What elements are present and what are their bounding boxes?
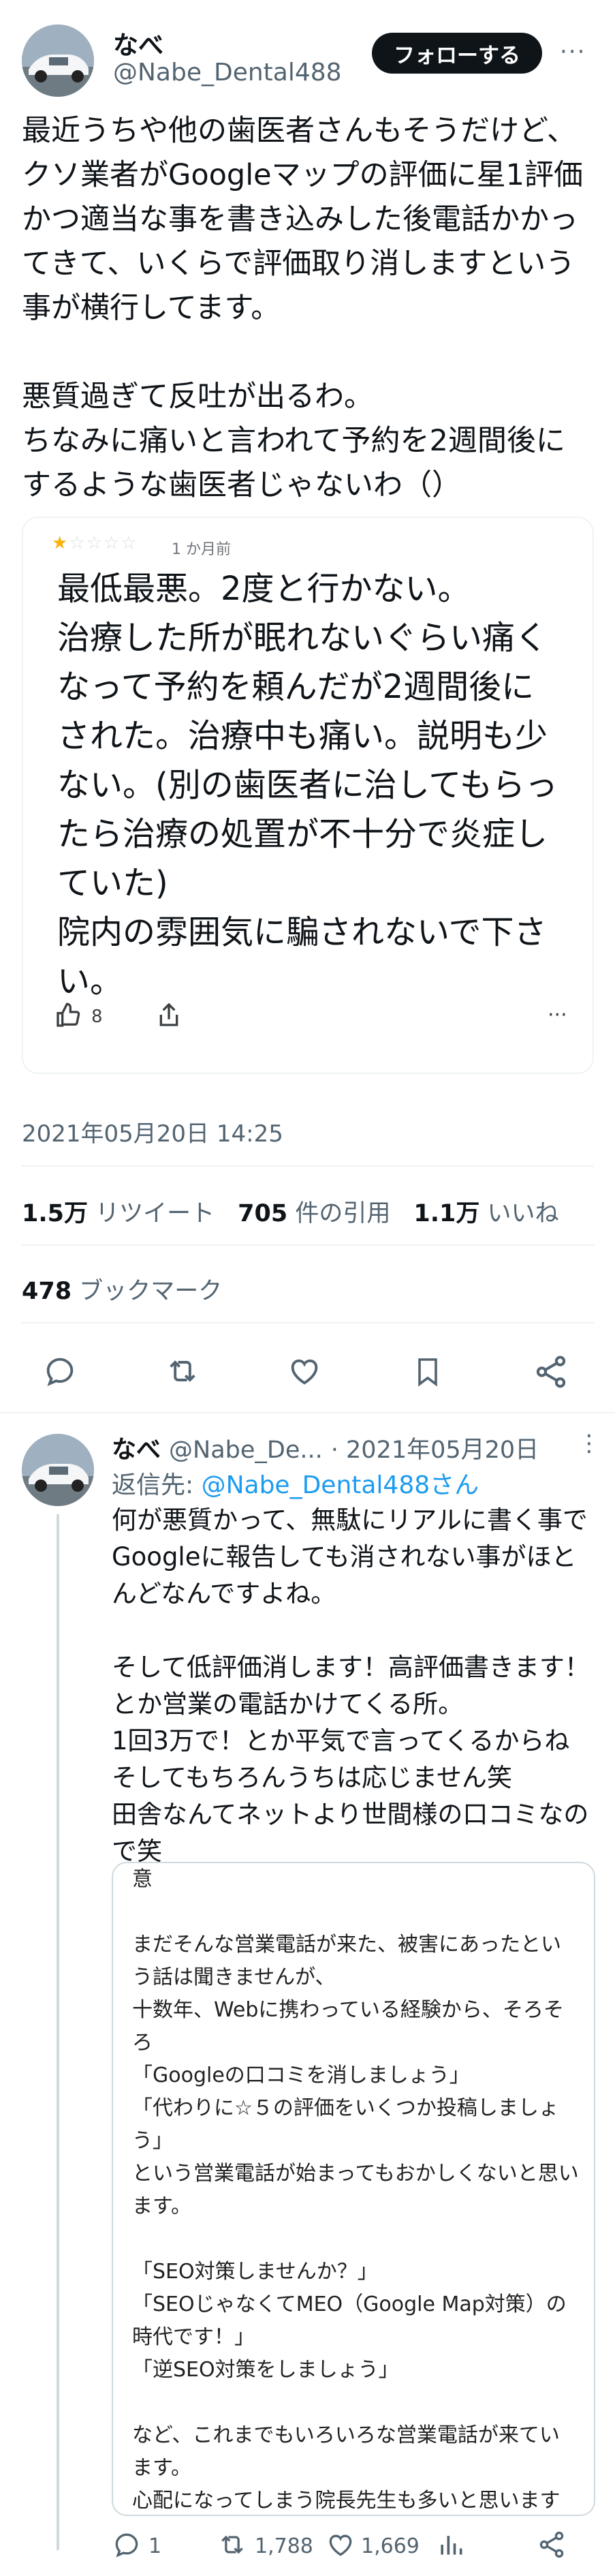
- more-options-icon[interactable]: ···: [560, 38, 586, 65]
- analytics-icon[interactable]: [436, 2530, 466, 2562]
- reply-action-reply[interactable]: 1: [112, 2530, 161, 2562]
- author-handle[interactable]: @Nabe_Dental488: [113, 59, 342, 87]
- review-time: 1 か月前: [172, 541, 231, 558]
- review-text: 最低最悪。2度と行かない。 治療した所が眠れないぐらい痛くなって予約を頼んだが2…: [57, 570, 558, 1000]
- engagement-stats: 1.5万 リツイート 705 件の引用 1.1万 いいね: [22, 1194, 559, 1229]
- reply-action-retweet[interactable]: 1,788: [217, 2530, 313, 2562]
- divider: [22, 1165, 594, 1167]
- review-screenshot[interactable]: ★☆☆☆☆ 1 か月前 最低最悪。2度と行かない。 治療した所が眠れないぐらい痛…: [22, 517, 594, 1074]
- quoted-article-text: 意 まだそんな営業電話が来た、被害にあったという話は聞きませんが、 十数年、We…: [132, 1867, 579, 2513]
- reply-icon: [112, 2530, 142, 2562]
- review-more-icon: ···: [548, 1003, 567, 1027]
- helpful-count: 8: [91, 1007, 103, 1027]
- like-icon: [326, 2530, 356, 2562]
- share-icon[interactable]: [533, 1353, 569, 1390]
- bookmark-icon[interactable]: [411, 1353, 444, 1390]
- reply-count: 1: [148, 2534, 162, 2558]
- likes-stat[interactable]: 1.1万 いいね: [413, 1194, 558, 1229]
- retweet-icon[interactable]: [163, 1353, 202, 1389]
- retweets-stat[interactable]: 1.5万 リツイート: [22, 1194, 215, 1229]
- avatar[interactable]: [22, 25, 94, 97]
- tweet-text: 最近うちや他の歯医者さんもそうだけど、クソ業者がGoogleマップの評価に星1評…: [22, 114, 583, 502]
- thread-line: [57, 1514, 59, 2550]
- reply-text: 何が悪質かって、無駄にリアルに書く事でGoogleに報告しても消されない事がほと…: [112, 1505, 590, 1866]
- author-name[interactable]: なべ: [113, 25, 163, 61]
- divider: [22, 1244, 594, 1246]
- helpful-button: 8: [54, 1002, 103, 1032]
- like-icon[interactable]: [286, 1353, 323, 1389]
- reply-author-name[interactable]: なべ: [112, 1430, 161, 1465]
- replying-to: 返信先: @Nabe_Dental488さん: [112, 1471, 479, 1499]
- reply-more-icon[interactable]: ⋮: [578, 1430, 601, 1457]
- share-icon: [155, 1000, 183, 1032]
- rating-stars: ★☆☆☆☆: [52, 533, 138, 553]
- bookmarks-stat[interactable]: 478 ブックマーク: [22, 1272, 222, 1306]
- reply-header: なべ @Nabe_De... · 2021年05月20日: [112, 1430, 539, 1465]
- thumbs-up-icon: [54, 1002, 82, 1032]
- retweet-icon: [217, 2530, 248, 2562]
- quoted-article-image[interactable]: 意 まだそんな営業電話が来た、被害にあったという話は聞きませんが、 十数年、We…: [112, 1862, 595, 2516]
- reply-action-like[interactable]: 1,669: [326, 2530, 420, 2562]
- follow-button[interactable]: フォローする: [372, 33, 542, 74]
- reply-icon[interactable]: [42, 1353, 78, 1389]
- reply-author-handle[interactable]: @Nabe_De...: [169, 1437, 323, 1464]
- like-count: 1,669: [361, 2534, 420, 2558]
- divider: [0, 1412, 615, 1413]
- reply-date[interactable]: · 2021年05月20日: [331, 1430, 539, 1465]
- divider: [22, 1322, 594, 1323]
- share-icon[interactable]: [537, 2530, 567, 2562]
- quotes-stat[interactable]: 705 件の引用: [238, 1194, 390, 1229]
- reply-avatar[interactable]: [22, 1434, 94, 1506]
- retweet-count: 1,788: [255, 2534, 313, 2558]
- tweet-timestamp[interactable]: 2021年05月20日 14:25: [22, 1115, 283, 1148]
- replying-to-handle[interactable]: @Nabe_Dental488さん: [202, 1471, 479, 1499]
